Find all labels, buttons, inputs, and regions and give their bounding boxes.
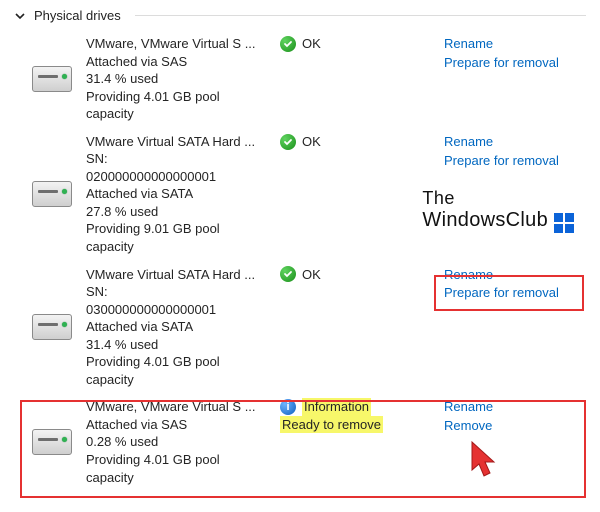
drive-attached: Attached via SATA [86, 318, 276, 336]
drive-capacity: Providing 4.01 GB pool [86, 88, 276, 106]
rename-link[interactable]: Rename [444, 35, 493, 54]
drive-capacity-2: capacity [86, 469, 276, 487]
drive-info: VMware, VMware Virtual S ... Attached vi… [86, 35, 276, 123]
drive-row: VMware, VMware Virtual S ... Attached vi… [32, 392, 586, 490]
drive-status: i Information Ready to remove [280, 398, 440, 486]
drive-info: VMware Virtual SATA Hard ... SN: 0200000… [86, 133, 276, 256]
chevron-down-icon [14, 10, 26, 22]
drive-capacity: Providing 4.01 GB pool [86, 451, 276, 469]
hard-drive-icon [32, 181, 72, 207]
drive-attached: Attached via SAS [86, 416, 276, 434]
drive-status: OK [280, 266, 440, 389]
drive-used: 31.4 % used [86, 70, 276, 88]
drive-sn-label: SN: [86, 283, 276, 301]
status-information-label: Information [302, 398, 371, 416]
prepare-removal-link[interactable]: Prepare for removal [444, 54, 559, 73]
prepare-removal-link[interactable]: Prepare for removal [444, 284, 559, 303]
ok-icon [280, 134, 296, 150]
drive-capacity: Providing 4.01 GB pool [86, 353, 276, 371]
status-ok-label: OK [302, 266, 321, 284]
section-divider [135, 15, 586, 16]
drive-capacity-2: capacity [86, 105, 276, 123]
hard-drive-icon [32, 66, 72, 92]
drive-used: 31.4 % used [86, 336, 276, 354]
prepare-removal-link[interactable]: Prepare for removal [444, 152, 559, 171]
drive-attached: Attached via SATA [86, 185, 276, 203]
hard-drive-icon [32, 314, 72, 340]
drive-actions: Rename Prepare for removal [444, 35, 594, 123]
drive-actions: Rename Prepare for removal [444, 266, 594, 389]
drive-sn: 030000000000000001 [86, 301, 276, 319]
info-icon: i [280, 399, 296, 415]
drive-row: VMware Virtual SATA Hard ... SN: 0300000… [32, 260, 586, 393]
ok-icon [280, 266, 296, 282]
drive-sn: 020000000000000001 [86, 168, 276, 186]
drive-capacity-2: capacity [86, 371, 276, 389]
drive-actions: Rename Remove [444, 398, 594, 486]
status-ok-label: OK [302, 133, 321, 151]
section-header[interactable]: Physical drives [14, 8, 586, 23]
status-ok-label: OK [302, 35, 321, 53]
status-ready-label: Ready to remove [280, 416, 383, 434]
drive-row: VMware Virtual SATA Hard ... SN: 0200000… [32, 127, 586, 260]
rename-link[interactable]: Rename [444, 133, 493, 152]
drive-list: VMware, VMware Virtual S ... Attached vi… [32, 29, 586, 490]
drive-status: OK [280, 133, 440, 256]
rename-link[interactable]: Rename [444, 398, 493, 417]
drive-info: VMware Virtual SATA Hard ... SN: 0300000… [86, 266, 276, 389]
drive-capacity-2: capacity [86, 238, 276, 256]
rename-link[interactable]: Rename [444, 266, 493, 285]
drive-capacity: Providing 9.01 GB pool [86, 220, 276, 238]
drive-used: 0.28 % used [86, 433, 276, 451]
drive-name: VMware, VMware Virtual S ... [86, 398, 276, 416]
drive-name: VMware Virtual SATA Hard ... [86, 266, 276, 284]
drive-sn-label: SN: [86, 150, 276, 168]
drive-name: VMware Virtual SATA Hard ... [86, 133, 276, 151]
drive-info: VMware, VMware Virtual S ... Attached vi… [86, 398, 276, 486]
ok-icon [280, 36, 296, 52]
drive-attached: Attached via SAS [86, 53, 276, 71]
drive-status: OK [280, 35, 440, 123]
drive-row: VMware, VMware Virtual S ... Attached vi… [32, 29, 586, 127]
drive-name: VMware, VMware Virtual S ... [86, 35, 276, 53]
section-title: Physical drives [34, 8, 121, 23]
drive-actions: Rename Prepare for removal [444, 133, 594, 256]
remove-link[interactable]: Remove [444, 417, 492, 436]
drive-used: 27.8 % used [86, 203, 276, 221]
hard-drive-icon [32, 429, 72, 455]
